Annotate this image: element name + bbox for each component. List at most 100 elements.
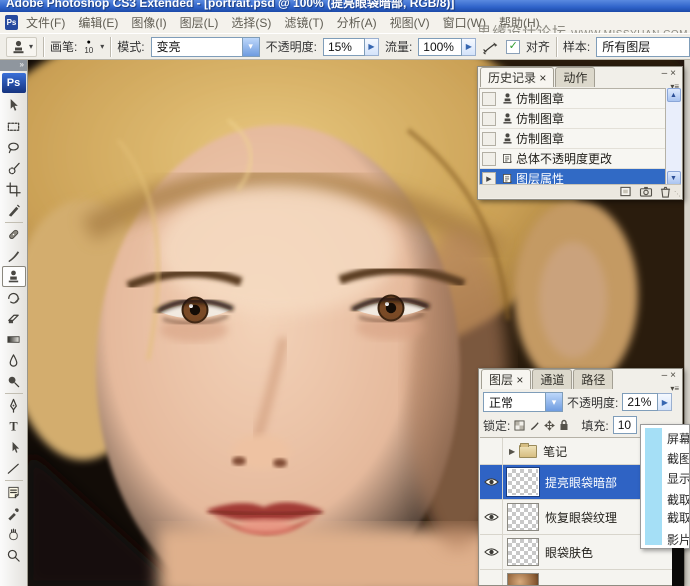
history-source-well[interactable] xyxy=(482,92,496,106)
tool-crop[interactable] xyxy=(2,179,26,200)
history-source-well[interactable] xyxy=(482,112,496,126)
tool-history-brush[interactable] xyxy=(2,287,26,308)
tool-lasso[interactable] xyxy=(2,137,26,158)
tab-layers[interactable]: 图层 × xyxy=(481,369,531,389)
tab-history[interactable]: 历史记录 × xyxy=(480,67,554,87)
slider-arrow-icon[interactable]: ▶ xyxy=(462,38,476,56)
panel-window-buttons[interactable]: ‒× xyxy=(662,370,679,381)
tool-rectangular-marquee[interactable] xyxy=(2,116,26,137)
panel-window-buttons[interactable]: ‒× xyxy=(662,68,679,79)
layer-name[interactable]: 提亮眼袋暗部 xyxy=(545,474,617,491)
brush-preset-picker[interactable]: ● 10 xyxy=(84,39,93,55)
flow-label: 流量: xyxy=(385,38,412,55)
new-document-from-state-icon[interactable] xyxy=(619,186,632,197)
tool-brush[interactable] xyxy=(2,245,26,266)
menu-select[interactable]: 选择(S) xyxy=(231,14,271,31)
tab-actions[interactable]: 动作 xyxy=(555,67,595,87)
expand-triangle-icon[interactable]: ▶ xyxy=(509,447,515,456)
align-checkbox[interactable]: ✓ xyxy=(506,40,519,54)
tool-quick-selection[interactable] xyxy=(2,158,26,179)
tool-eraser[interactable] xyxy=(2,308,26,329)
new-snapshot-camera-icon[interactable] xyxy=(639,186,653,197)
lock-position-move-icon[interactable] xyxy=(544,420,555,431)
opacity-field[interactable]: 15% ▶ xyxy=(323,38,379,56)
line-tool-icon xyxy=(6,461,21,476)
menu-item-capture-2[interactable]: 截取 xyxy=(667,509,690,526)
tool-line[interactable] xyxy=(2,458,26,479)
menu-layer[interactable]: 图层(L) xyxy=(180,14,219,31)
layer-blend-mode-select[interactable]: 正常 ▾ xyxy=(483,392,563,412)
visibility-well[interactable] xyxy=(480,570,503,585)
menu-item-capture-1[interactable]: 截取 xyxy=(667,491,690,508)
menu-item-display[interactable]: 显示 xyxy=(667,470,690,487)
tab-channels[interactable]: 通道 xyxy=(532,369,572,389)
tool-slice[interactable] xyxy=(2,200,26,221)
menu-item-screen[interactable]: 屏幕 xyxy=(667,430,690,447)
tool-hand[interactable] xyxy=(2,524,26,545)
flow-field[interactable]: 100% ▶ xyxy=(418,38,476,56)
history-source-well[interactable] xyxy=(482,152,496,166)
menu-filter[interactable]: 滤镜(T) xyxy=(284,14,323,31)
layer-thumbnail[interactable] xyxy=(507,538,539,566)
panel-resize-grip[interactable]: ⋱ xyxy=(674,190,681,198)
eye-icon[interactable] xyxy=(484,547,499,557)
menu-image[interactable]: 图像(I) xyxy=(131,14,166,31)
tool-pen[interactable] xyxy=(2,395,26,416)
layer-thumbnail-photo[interactable] xyxy=(507,573,539,585)
tab-paths[interactable]: 路径 xyxy=(573,369,613,389)
lock-transparency-icon[interactable] xyxy=(514,420,525,431)
sample-select[interactable]: 所有图层 xyxy=(596,37,690,57)
layer-name[interactable]: 眼袋肤色 xyxy=(545,544,593,561)
slider-arrow-icon[interactable]: ▶ xyxy=(365,38,379,56)
fill-field[interactable]: 10 xyxy=(613,416,637,434)
window-titlebar[interactable]: Adobe Photoshop CS3 Extended - [portrait… xyxy=(0,0,690,12)
slider-arrow-icon[interactable]: ▶ xyxy=(658,393,672,411)
history-row[interactable]: 总体不透明度更改 xyxy=(480,149,665,169)
menu-edit[interactable]: 编辑(E) xyxy=(78,14,118,31)
tool-type[interactable]: T xyxy=(2,416,26,437)
tool-eyedropper[interactable] xyxy=(2,503,26,524)
lock-all-padlock-icon[interactable] xyxy=(559,419,569,431)
quick-selection-tool-icon xyxy=(6,161,21,176)
menu-analysis[interactable]: 分析(A) xyxy=(337,14,377,31)
layer-opacity-field[interactable]: 21% ▶ xyxy=(622,393,672,411)
toolbox-collapse-button[interactable]: » xyxy=(0,60,27,71)
tool-healing-brush[interactable] xyxy=(2,224,26,245)
blend-mode-select[interactable]: 变亮 ▾ xyxy=(151,37,260,57)
layer-thumbnail[interactable] xyxy=(507,503,539,531)
clone-stamp-icon xyxy=(501,132,514,145)
scroll-down-icon[interactable]: ▼ xyxy=(667,171,681,185)
menu-view[interactable]: 视图(V) xyxy=(390,14,430,31)
history-source-well[interactable] xyxy=(482,132,496,146)
layer-row-background[interactable] xyxy=(480,570,681,585)
eye-icon[interactable] xyxy=(484,477,499,487)
options-separator xyxy=(43,37,44,57)
visibility-well[interactable] xyxy=(480,438,503,464)
tool-blur[interactable] xyxy=(2,350,26,371)
tool-path-selection[interactable] xyxy=(2,437,26,458)
tool-gradient[interactable] xyxy=(2,329,26,350)
menu-item-screenshot[interactable]: 截图 xyxy=(667,450,690,467)
delete-trash-icon[interactable] xyxy=(660,186,671,198)
layer-name[interactable]: 笔记 xyxy=(543,443,567,460)
tool-move[interactable] xyxy=(2,95,26,116)
tool-preset-picker[interactable]: ▾ xyxy=(6,37,37,57)
menu-item-movie[interactable]: 影片 xyxy=(667,531,690,548)
history-scrollbar[interactable]: ▲ ▼ xyxy=(665,88,681,185)
airbrush-icon[interactable] xyxy=(482,39,500,55)
history-row[interactable]: 仿制图章 xyxy=(480,109,665,129)
history-row[interactable]: 仿制图章 xyxy=(480,129,665,149)
tool-clone-stamp[interactable] xyxy=(2,266,26,287)
history-row[interactable]: 仿制图章 xyxy=(480,89,665,109)
menu-file[interactable]: 文件(F) xyxy=(26,14,65,31)
scroll-up-icon[interactable]: ▲ xyxy=(667,88,681,102)
layer-thumbnail[interactable] xyxy=(507,468,539,496)
layer-name[interactable]: 恢复眼袋纹理 xyxy=(545,509,617,526)
minimize-icon: ‒ xyxy=(662,68,671,79)
chevron-down-icon[interactable]: ▾ xyxy=(100,42,104,51)
tool-notes[interactable] xyxy=(2,482,26,503)
tool-dodge[interactable] xyxy=(2,371,26,392)
lock-pixels-brush-icon[interactable] xyxy=(529,420,540,431)
eye-icon[interactable] xyxy=(484,512,499,522)
tool-zoom[interactable] xyxy=(2,545,26,566)
